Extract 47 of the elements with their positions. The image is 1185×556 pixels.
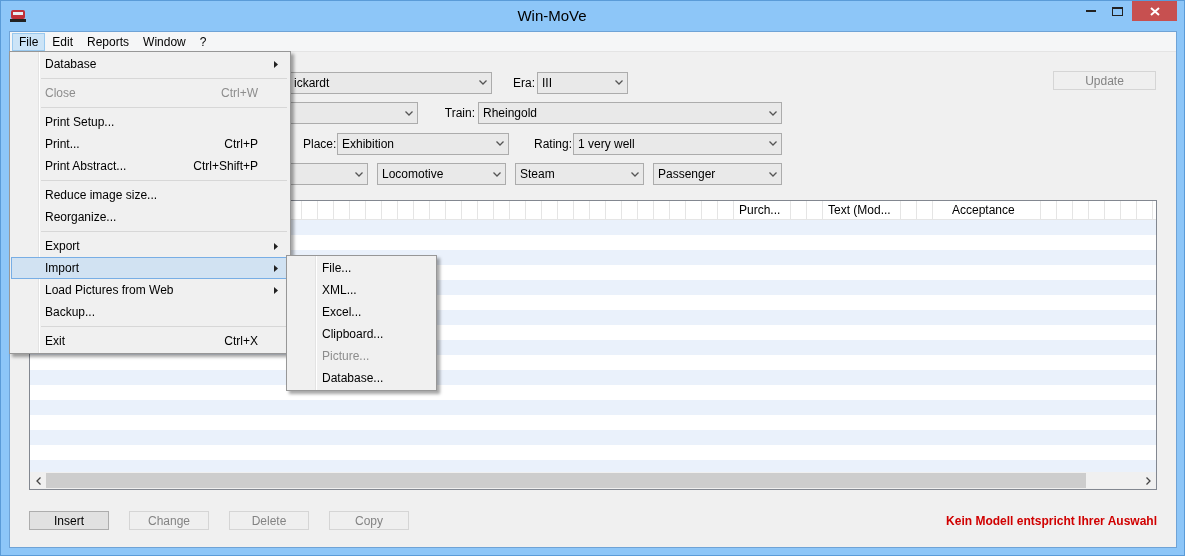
filter-dropdown[interactable]: Locomotive <box>377 163 506 185</box>
filter-dropdown[interactable] <box>289 163 368 185</box>
menu-item[interactable]: Reorganize... <box>11 206 289 228</box>
close-icon <box>1149 6 1160 16</box>
horizontal-scrollbar[interactable] <box>30 472 1156 489</box>
scrollbar-thumb[interactable] <box>46 473 1086 488</box>
filter-dropdown[interactable]: III <box>537 71 628 94</box>
menu-item[interactable]: Backup... <box>11 301 289 323</box>
menu-item[interactable]: Import <box>11 257 289 279</box>
filter-dropdown[interactable]: 1 very well <box>573 132 782 155</box>
filter-label: Place: <box>303 136 337 151</box>
menu-item[interactable]: XML... <box>288 279 435 301</box>
train-icon <box>10 9 26 22</box>
menu-item[interactable]: Print... Ctrl+P <box>11 133 289 155</box>
filter-dropdown[interactable] <box>289 102 418 124</box>
filter-dropdown[interactable]: ickardt <box>289 71 492 94</box>
filter-label: Rating: <box>534 136 573 151</box>
window-title: Win-MoVe <box>517 7 587 24</box>
filter-dropdown[interactable]: Rheingold <box>478 102 782 124</box>
menu-bar-item[interactable]: Window <box>136 32 193 51</box>
menu-bar-item[interactable]: File <box>12 32 46 51</box>
menu-item[interactable]: Clipboard... <box>288 323 435 345</box>
menu-item[interactable]: Print Abstract... Ctrl+Shift+P <box>11 155 289 177</box>
menu-item[interactable]: Database <box>11 53 289 75</box>
menu-item[interactable]: Exit Ctrl+X <box>11 330 289 352</box>
menu-bar-item[interactable]: Reports <box>80 32 137 51</box>
menu-bar-item[interactable]: ? <box>192 32 214 51</box>
menu-item[interactable]: File... <box>288 257 435 279</box>
filter-label: Train: <box>443 106 476 120</box>
filter-label: Era: <box>513 75 536 90</box>
filter-dropdown[interactable]: Passenger <box>653 163 782 185</box>
status-message: Kein Modell entspricht Ihrer Auswahl <box>946 513 1157 528</box>
menu-item[interactable]: Excel... <box>288 301 435 323</box>
menu-item[interactable]: Load Pictures from Web <box>11 279 289 301</box>
close-button[interactable] <box>1132 1 1177 21</box>
filter-dropdown[interactable]: Steam <box>515 163 644 185</box>
maximize-icon[interactable] <box>1111 6 1123 16</box>
column-header[interactable]: Acceptance <box>947 201 1041 219</box>
filter-dropdown[interactable]: Exhibition <box>337 132 509 155</box>
menu-item[interactable]: Reduce image size... <box>11 184 289 206</box>
column-header[interactable]: Text (Mod... <box>823 201 901 219</box>
menu-item[interactable]: Print Setup... <box>11 111 289 133</box>
menu-bar-item[interactable]: Edit <box>45 32 81 51</box>
menu-item[interactable]: Export <box>11 235 289 257</box>
action-button[interactable]: Insert <box>29 511 109 530</box>
menu-item[interactable]: Database... <box>288 367 435 389</box>
column-header[interactable]: Purch... <box>734 201 791 219</box>
